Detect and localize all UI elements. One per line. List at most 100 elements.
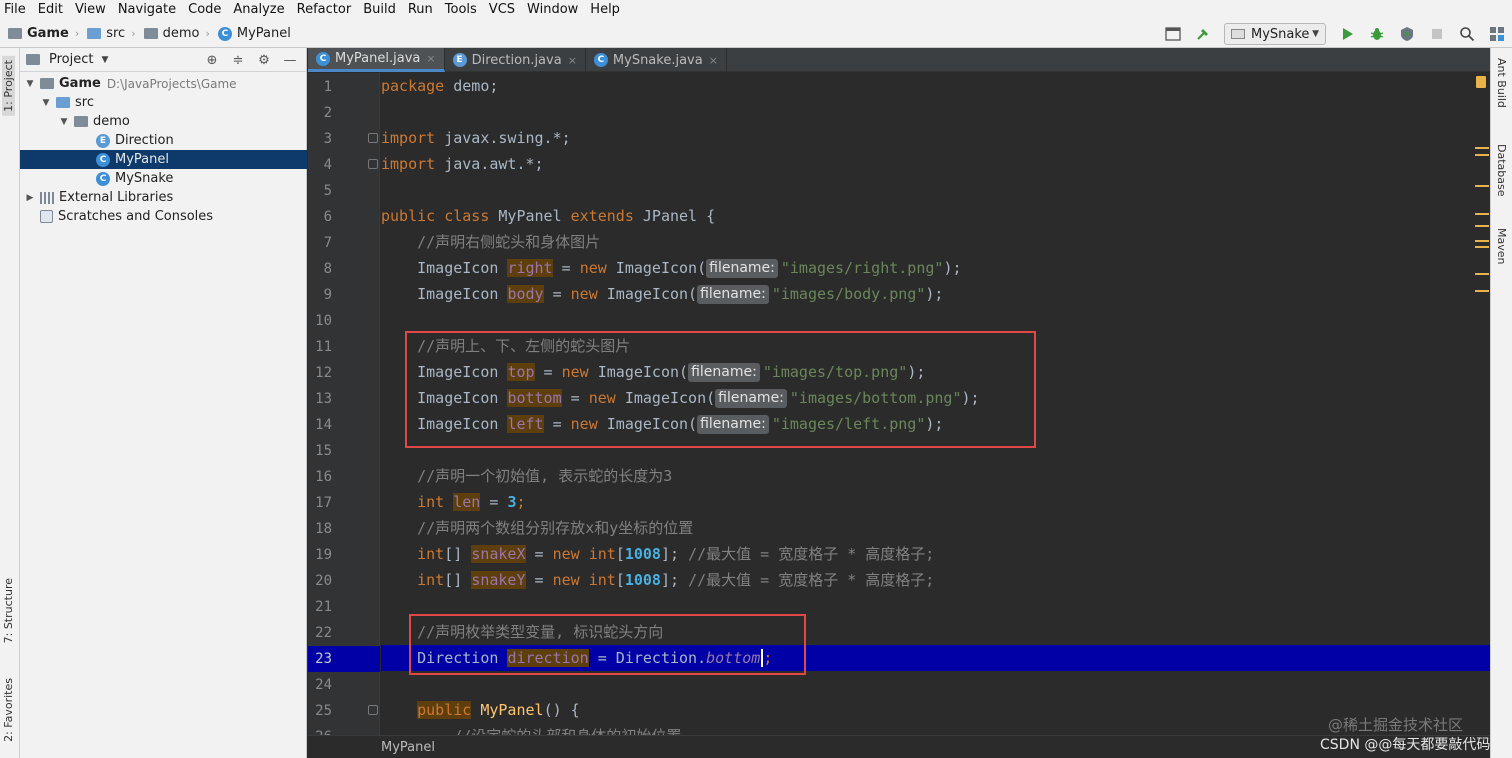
breadcrumb-class[interactable]: MyPanel (381, 740, 435, 755)
breadcrumb-src[interactable]: src › (87, 26, 136, 41)
menu-vcs[interactable]: VCS (483, 0, 521, 20)
run-configuration-select[interactable]: MySnake ▼ (1224, 23, 1326, 45)
line-number: 18 (315, 521, 332, 537)
menu-analyze[interactable]: Analyze (227, 0, 290, 20)
breadcrumb-file[interactable]: C MyPanel (217, 26, 291, 41)
close-icon[interactable]: × (426, 52, 435, 65)
error-stripe-marker[interactable] (1475, 225, 1489, 227)
tool-tab-database[interactable]: Database (1495, 144, 1508, 197)
menu-code[interactable]: Code (182, 0, 227, 20)
expanded-arrow-icon[interactable]: ▼ (24, 79, 36, 89)
code-line[interactable]: ImageIcon right = new ImageIcon(filename… (381, 255, 1490, 281)
tree-item-mysnake[interactable]: C MySnake (20, 169, 307, 188)
fold-marker-icon[interactable] (368, 133, 378, 143)
project-view-select[interactable]: Project (49, 52, 93, 67)
code-line[interactable]: int len = 3; (381, 489, 1490, 515)
code-editor[interactable]: 1 2 3 4 5 6 7 8 9 10 11 12 13 14 15 16 1… (308, 73, 1490, 735)
watermark-juejin: @稀土掘金技术社区 (1328, 716, 1464, 734)
watermark-csdn: CSDN @@每天都要敲代码 (1320, 737, 1491, 753)
menu-run[interactable]: Run (402, 0, 439, 20)
menu-navigate[interactable]: Navigate (112, 0, 182, 20)
error-stripe-marker[interactable] (1475, 246, 1489, 248)
menu-refactor[interactable]: Refactor (291, 0, 358, 20)
menu-view[interactable]: View (69, 0, 112, 20)
menu-file[interactable]: File (0, 0, 32, 20)
tab-direction-java[interactable]: E Direction.java × (445, 48, 586, 72)
fold-marker-icon[interactable] (368, 705, 378, 715)
close-icon[interactable]: × (709, 54, 718, 67)
menu-edit[interactable]: Edit (32, 0, 69, 20)
project-structure-icon[interactable] (1486, 23, 1508, 45)
error-stripe-marker[interactable] (1475, 273, 1489, 275)
tree-item-direction[interactable]: E Direction (20, 131, 307, 150)
build-hammer-icon[interactable] (1192, 23, 1214, 45)
error-stripe-marker[interactable] (1475, 147, 1489, 149)
highlight-box (405, 331, 1036, 448)
error-stripe-marker[interactable] (1475, 154, 1489, 156)
code-line[interactable]: int[] snakeX = new int[1008]; //最大值 = 宽度… (381, 541, 1490, 567)
code-line[interactable]: //声明右侧蛇头和身体图片 (381, 229, 1490, 255)
package-icon (74, 116, 88, 127)
code-line[interactable]: //声明一个初始值, 表示蛇的长度为3 (381, 463, 1490, 489)
code-line[interactable]: ImageIcon body = new ImageIcon(filename:… (381, 281, 1490, 307)
code-line[interactable]: //声明两个数组分别存放x和y坐标的位置 (381, 515, 1490, 541)
project-view-icon (26, 54, 40, 65)
error-stripe-marker[interactable] (1475, 185, 1489, 187)
tab-mysnake-java[interactable]: C MySnake.java × (586, 48, 727, 72)
expanded-arrow-icon[interactable]: ▼ (40, 98, 52, 108)
breadcrumb-project[interactable]: Game › (8, 26, 79, 41)
code-line[interactable]: public MyPanel() { (381, 697, 1490, 723)
code-line[interactable]: public class MyPanel extends JPanel { (381, 203, 1490, 229)
class-icon: C (96, 152, 110, 167)
debug-bug-icon[interactable] (1366, 23, 1388, 45)
stop-icon[interactable] (1426, 23, 1448, 45)
tool-tab-favorites[interactable]: 2: Favorites (2, 678, 15, 742)
tool-tab-ant-build[interactable]: Ant Build (1495, 58, 1508, 108)
gear-icon[interactable]: ⚙ (254, 50, 274, 70)
collapse-all-icon[interactable]: ≑ (228, 50, 248, 70)
menu-build[interactable]: Build (357, 0, 402, 20)
code-line[interactable]: package demo; (381, 73, 1490, 99)
tree-item-mypanel[interactable]: C MyPanel (20, 150, 307, 169)
tool-tab-structure[interactable]: 7: Structure (2, 578, 15, 643)
locate-target-icon[interactable]: ⊕ (202, 50, 222, 70)
expanded-arrow-icon[interactable]: ▼ (58, 117, 70, 127)
collapsed-arrow-icon[interactable]: ▶ (24, 193, 36, 203)
code-line[interactable]: import javax.swing.*; (381, 125, 1490, 151)
tab-mypanel-java[interactable]: C MyPanel.java × (308, 48, 445, 72)
window-icon[interactable] (1162, 23, 1184, 45)
library-icon (40, 191, 54, 204)
tree-item-demo[interactable]: ▼ demo (20, 112, 307, 131)
fold-marker-icon[interactable] (368, 159, 378, 169)
line-number: 9 (323, 287, 332, 303)
hide-panel-icon[interactable]: — (280, 50, 300, 70)
menu-help[interactable]: Help (584, 0, 626, 20)
application-icon (1231, 29, 1245, 39)
error-stripe-marker[interactable] (1475, 240, 1489, 242)
coverage-icon[interactable] (1396, 23, 1418, 45)
run-icon[interactable] (1336, 23, 1358, 45)
tree-item-src[interactable]: ▼ src (20, 93, 307, 112)
code-line[interactable]: import java.awt.*; (381, 151, 1490, 177)
line-number: 7 (323, 235, 332, 251)
tree-item-external-libraries[interactable]: ▶ External Libraries (20, 188, 307, 207)
code-line[interactable]: int[] snakeY = new int[1008]; //最大值 = 宽度… (381, 567, 1490, 593)
scroll-thumb[interactable] (1476, 76, 1486, 88)
search-icon[interactable] (1456, 23, 1478, 45)
chevron-down-icon[interactable]: ▼ (101, 55, 108, 65)
tool-tab-maven[interactable]: Maven (1495, 228, 1508, 264)
project-folder-icon (8, 28, 22, 39)
editor-tab-bar: C MyPanel.java × E Direction.java × C My… (308, 48, 1512, 72)
error-stripe-marker[interactable] (1475, 290, 1489, 292)
menu-window[interactable]: Window (521, 0, 584, 20)
module-folder-icon (40, 78, 54, 89)
line-number: 16 (315, 469, 332, 485)
tree-item-game[interactable]: ▼ Game D:\JavaProjects\Game (20, 74, 307, 93)
close-icon[interactable]: × (568, 54, 577, 67)
tool-tab-project[interactable]: 1: Project (2, 56, 15, 116)
tree-item-scratches[interactable]: Scratches and Consoles (20, 207, 307, 226)
error-stripe-marker[interactable] (1475, 213, 1489, 215)
menu-tools[interactable]: Tools (439, 0, 483, 20)
breadcrumb-package[interactable]: demo › (143, 26, 210, 41)
line-number-gutter[interactable]: 1 2 3 4 5 6 7 8 9 10 11 12 13 14 15 16 1… (308, 73, 399, 735)
